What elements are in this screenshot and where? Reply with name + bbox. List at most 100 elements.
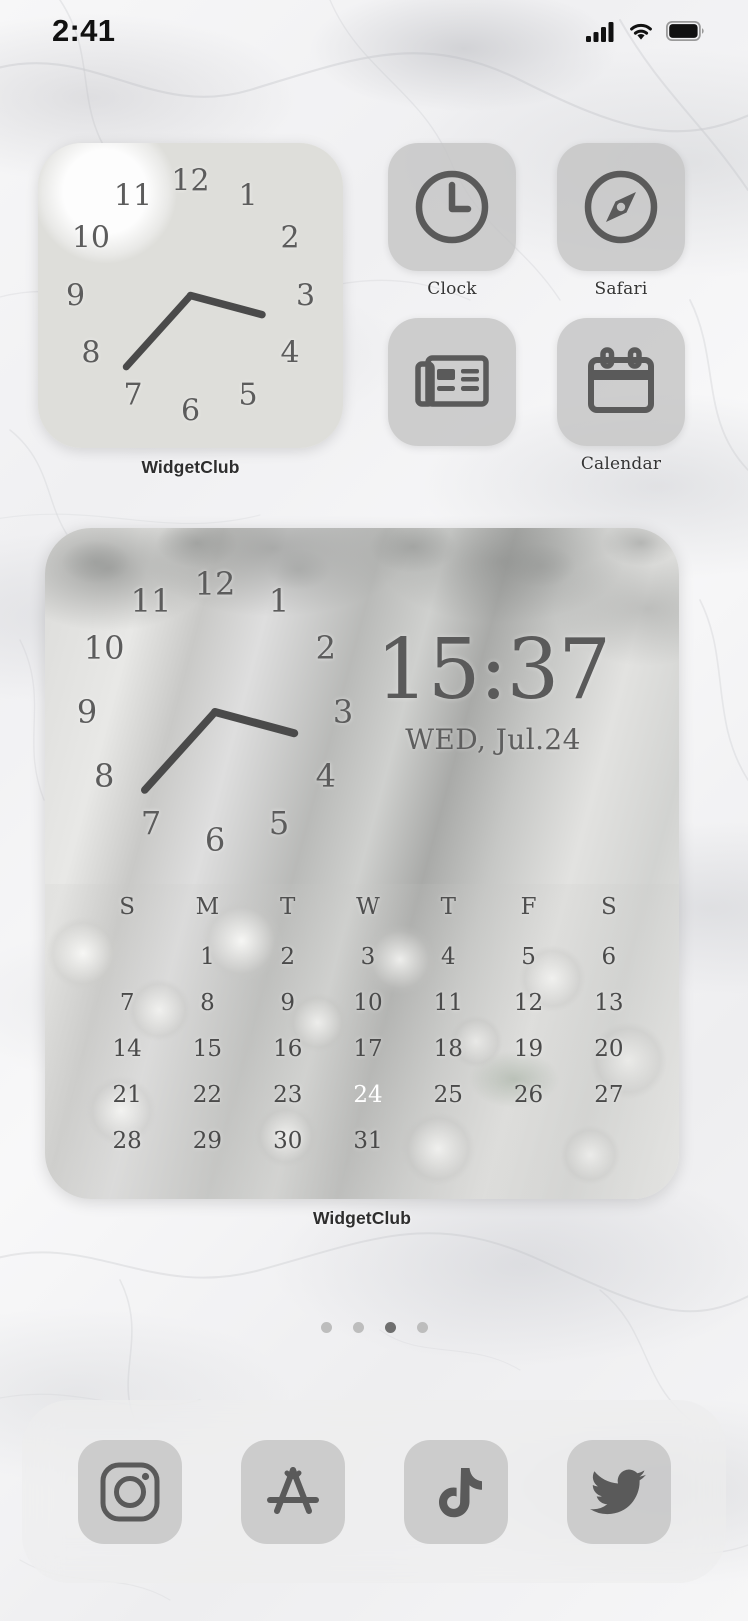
calendar-day-1[interactable]: 1 [167, 934, 247, 980]
calendar-weekday-header: SMTWTFS [87, 894, 649, 934]
twitter-bird-icon [589, 1469, 646, 1514]
calendar-day-19[interactable]: 19 [488, 1026, 568, 1072]
calendar-day-10[interactable]: 10 [328, 980, 408, 1026]
calendar-week-row: 28 29 30 31 [87, 1118, 649, 1164]
clock-icon [415, 170, 489, 244]
clock-numeral-2: 2 [280, 220, 300, 256]
calendar-day-18[interactable]: 18 [408, 1026, 488, 1072]
calendar-day-29[interactable]: 29 [167, 1118, 247, 1164]
calendar-day-13[interactable]: 13 [569, 980, 649, 1026]
app-news-tile[interactable] [388, 318, 516, 446]
calendar-weekday-6: S [600, 894, 617, 920]
clock-hands-large [140, 708, 299, 794]
calendar-day-31[interactable]: 31 [328, 1118, 408, 1164]
app-news-label [388, 454, 516, 475]
app-calendar[interactable]: Calendar [557, 318, 685, 475]
calendar-day-2[interactable]: 2 [248, 934, 328, 980]
calendar-weekday-2: T [280, 894, 296, 920]
calendar-weekday-4: T [440, 894, 456, 920]
clock-numeral-5: 5 [268, 803, 290, 842]
page-dot-2[interactable] [384, 1322, 396, 1333]
widget-large-clock-calendar[interactable]: 12 1 2 3 4 5 6 7 8 9 10 11 15:37 WED, Jul.24 SMTWTF… [45, 528, 679, 1229]
calendar-week-row: 14 15 16 17 18 19 20 [87, 1026, 649, 1072]
calendar-weekday-3: W [356, 894, 380, 920]
page-dot-1[interactable] [352, 1322, 364, 1333]
page-dot-0[interactable] [320, 1322, 332, 1333]
calendar-day-16[interactable]: 16 [248, 1026, 328, 1072]
calendar-icon [588, 347, 654, 413]
calendar-day-12[interactable]: 12 [488, 980, 568, 1026]
app-clock[interactable]: Clock [388, 143, 516, 300]
widget-large-label: WidgetClub [312, 1208, 412, 1228]
clock-numeral-5: 5 [238, 377, 258, 413]
digital-time: 15:37 [375, 621, 611, 718]
app-news[interactable] [388, 318, 516, 475]
wifi-icon [630, 23, 652, 40]
safari-compass-icon [584, 170, 658, 244]
battery-full-icon [666, 21, 704, 41]
app-icon-grid: Clock Safari Calendar [388, 143, 685, 475]
analog-clock-face-large: 12 1 2 3 4 5 6 7 8 9 10 11 [45, 542, 385, 882]
clock-numeral-10: 10 [83, 629, 125, 667]
calendar-day-17[interactable]: 17 [328, 1026, 408, 1072]
news-paper-icon [415, 355, 489, 407]
dock-app-instagram[interactable] [77, 1439, 182, 1544]
calendar-day-26[interactable]: 26 [488, 1072, 568, 1118]
dock-app-twitter[interactable] [566, 1439, 671, 1544]
clock-numeral-9: 9 [76, 693, 98, 731]
calendar-day-empty [408, 1118, 488, 1164]
calendar-day-21[interactable]: 21 [87, 1072, 167, 1118]
page-indicator-dots[interactable] [0, 1322, 748, 1333]
calendar-day-7[interactable]: 7 [87, 980, 167, 1026]
calendar-day-4[interactable]: 4 [408, 934, 488, 980]
digital-date: WED, Jul.24 [405, 723, 581, 756]
digital-clock-block: 15:37 WED, Jul.24 [343, 628, 643, 756]
tiktok-icon [438, 1467, 482, 1517]
app-safari-tile[interactable] [557, 143, 685, 271]
dock-app-tiktok[interactable] [403, 1439, 508, 1544]
calendar-day-9[interactable]: 9 [248, 980, 328, 1026]
calendar-weekday-1: M [195, 894, 220, 920]
clock-numeral-11: 11 [130, 582, 172, 621]
clock-numeral-12: 12 [171, 163, 210, 198]
clock-numeral-1: 1 [268, 582, 290, 621]
app-calendar-tile[interactable] [557, 318, 685, 446]
clock-numeral-6: 6 [204, 821, 226, 859]
calendar-day-30[interactable]: 30 [248, 1118, 328, 1164]
calendar-day-empty [488, 1118, 568, 1164]
calendar-day-5[interactable]: 5 [488, 934, 568, 980]
calendar-week-row: 21 22 23 24 25 26 27 [87, 1072, 649, 1118]
clock-numeral-9: 9 [65, 278, 86, 313]
calendar-day-3[interactable]: 3 [328, 934, 408, 980]
widget-small-clock-body[interactable]: 12 1 2 3 4 5 6 7 8 9 10 11 [38, 143, 343, 448]
widget-large-body[interactable]: 12 1 2 3 4 5 6 7 8 9 10 11 15:37 WED, Jul.24 SMTWTF… [45, 528, 679, 1199]
calendar-day-27[interactable]: 27 [569, 1072, 649, 1118]
calendar-day-today[interactable]: 24 [328, 1072, 408, 1118]
widget-small-clock[interactable]: 12 1 2 3 4 5 6 7 8 9 10 11 WidgetClub [38, 143, 343, 478]
calendar-day-20[interactable]: 20 [569, 1026, 649, 1072]
clock-numeral-7: 7 [123, 377, 143, 413]
widget-small-label: WidgetClub [141, 457, 240, 477]
app-safari-label: Safari [594, 279, 648, 299]
page-dot-3[interactable] [416, 1322, 428, 1333]
calendar-day-15[interactable]: 15 [167, 1026, 247, 1072]
clock-numeral-6: 6 [180, 393, 201, 428]
clock-numeral-4: 4 [280, 335, 300, 371]
app-safari[interactable]: Safari [557, 143, 685, 300]
calendar-day-11[interactable]: 11 [408, 980, 488, 1026]
calendar-day-22[interactable]: 22 [167, 1072, 247, 1118]
calendar-day-6[interactable]: 6 [569, 934, 649, 980]
calendar-week-row: 123456 [87, 934, 649, 980]
dock-app-app-store[interactable] [240, 1439, 345, 1544]
clock-numeral-1: 1 [238, 178, 258, 214]
app-calendar-label: Calendar [580, 454, 662, 474]
calendar-weekday-5: F [520, 894, 537, 920]
calendar-day-14[interactable]: 14 [87, 1026, 167, 1072]
status-bar-time: 2:41 [52, 13, 116, 48]
calendar-day-25[interactable]: 25 [408, 1072, 488, 1118]
calendar-day-empty [569, 1118, 649, 1164]
calendar-day-23[interactable]: 23 [248, 1072, 328, 1118]
calendar-day-28[interactable]: 28 [87, 1118, 167, 1164]
calendar-day-8[interactable]: 8 [167, 980, 247, 1026]
app-clock-tile[interactable] [388, 143, 516, 271]
